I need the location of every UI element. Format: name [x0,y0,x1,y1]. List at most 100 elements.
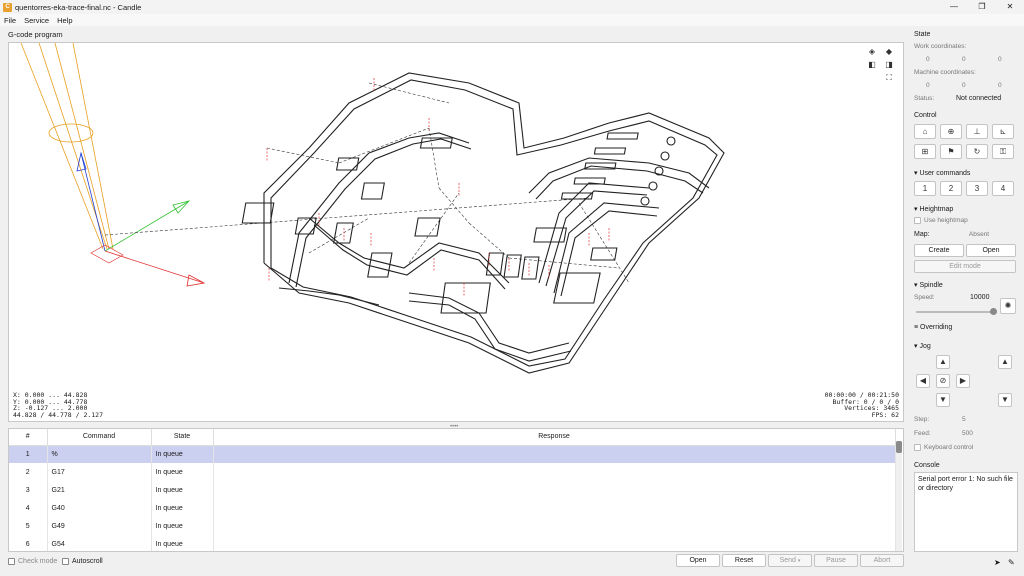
title-bar: C quentorres-eka-trace-final.nc - Candle… [0,0,1024,14]
jog-y-minus-icon[interactable]: ▼ [936,393,950,407]
table-row[interactable]: 6 G54 In queue [9,535,896,551]
abort-button[interactable]: Abort [860,554,904,567]
xy-zero-icon[interactable]: ⊾ [992,124,1014,139]
maximize-icon[interactable]: ❐ [968,0,996,14]
minimize-icon[interactable]: — [940,0,968,14]
toolpath-visualization [20,43,725,374]
keyboard-control-label: Keyboard control [924,444,974,451]
step-input[interactable]: 5 [962,416,966,426]
user-command-2-label: 2 [948,184,954,193]
view-top-icon[interactable]: ◆ [883,47,895,57]
gcode-viewport[interactable]: ◈ ◆ ◧ ◨ ⛶ X: 0.000 ... 44.828 Y: 0.000 .… [8,42,904,422]
map-label: Map: [914,231,930,238]
send-button[interactable]: Send ▾ [768,554,812,567]
menu-service[interactable]: Service [20,16,53,25]
col-header-number[interactable]: # [9,429,48,446]
row-response [213,463,896,481]
jog-label: Jog [919,343,931,350]
fps-counter: FPS: 62 [871,410,899,419]
row-number: 6 [9,535,48,551]
keyboard-control-checkbox[interactable]: Keyboard control [914,444,973,451]
menu-help[interactable]: Help [53,16,76,25]
status-value: Not connected [956,95,1002,102]
user-commands-title: ▾ User commands [914,170,971,177]
restore-icon[interactable]: ↻ [966,144,988,159]
view-front-icon[interactable]: ◧ [866,60,878,70]
view-left-icon[interactable]: ◨ [883,60,895,70]
map-value: Absent [968,231,990,238]
row-state: In queue [151,445,214,463]
row-state: In queue [151,535,214,551]
row-response [213,517,896,535]
user-command-1-button[interactable]: 1 [914,181,936,196]
create-heightmap-button[interactable]: Create [914,244,964,257]
jog-x-plus-icon[interactable]: ▶ [956,374,970,388]
send-command-icon[interactable]: ➤ [994,558,1001,567]
safe-position-icon[interactable]: ⚑ [940,144,962,159]
table-row[interactable]: 3 G21 In queue [9,481,896,499]
user-command-1-label: 1 [922,184,928,193]
menu-file[interactable]: File [0,16,20,25]
work-coordinates-label: Work coordinates: [914,43,967,50]
jog-x-minus-icon[interactable]: ◀ [916,374,930,388]
col-header-state[interactable]: State [151,429,214,446]
user-command-3-label: 3 [974,184,980,193]
table-row[interactable]: 2 G17 In queue [9,463,896,481]
row-response [213,535,896,551]
row-command: G40 [47,499,152,517]
use-heightmap-checkbox[interactable]: Use heightmap [914,217,968,224]
row-number: 1 [9,445,48,463]
table-row[interactable]: 4 G40 In queue [9,499,896,517]
user-command-4-button[interactable]: 4 [992,181,1014,196]
spindle-title: ▾ Spindle [914,282,943,289]
machine-coordinates-label: Machine coordinates: [914,69,976,76]
open-heightmap-button[interactable]: Open [966,244,1016,257]
unlock-icon[interactable]: ⚿ [992,144,1014,159]
right-panel: State Work coordinates: 0 0 0 Machine co… [910,26,1024,576]
feed-input[interactable]: 500 [962,430,973,440]
jog-z-minus-icon[interactable]: ▼ [998,393,1012,407]
gcode-table: # Command State Response 1% In queue 2 G17 I… [8,428,904,552]
spindle-slider-thumb[interactable] [990,308,997,315]
zoom-home-icon[interactable]: ⌂ [914,124,936,139]
row-command: G21 [47,481,152,499]
origin-icon[interactable]: ⊞ [914,144,936,159]
zoom-probe-icon[interactable]: ⊕ [940,124,962,139]
table-scrollbar[interactable] [896,441,902,551]
pause-button[interactable]: Pause [814,554,858,567]
jog-stop-icon[interactable]: ⊘ [936,374,950,388]
jog-z-plus-icon[interactable]: ▲ [998,355,1012,369]
edit-mode-button[interactable]: Edit mode [914,260,1016,273]
row-state: In queue [151,499,214,517]
col-header-response[interactable]: Response [213,429,896,446]
autoscroll-checkbox[interactable]: Autoscroll [62,558,103,565]
row-response [213,481,896,499]
console-output[interactable]: Serial port error 1: No such file or dir… [914,472,1018,552]
heightmap-title: ▾ Heightmap [914,206,954,213]
jog-y-plus-icon[interactable]: ▲ [936,355,950,369]
spindle-toggle-icon[interactable]: ✺ [1000,298,1016,314]
close-icon[interactable]: ✕ [996,0,1024,14]
spindle-speed-slider[interactable] [916,308,997,315]
fit-view-icon[interactable]: ⛶ [883,73,895,83]
user-command-3-button[interactable]: 3 [966,181,988,196]
machine-x: 0 [926,82,930,89]
clear-console-icon[interactable]: ✎ [1008,558,1015,567]
speed-label: Speed: [914,294,935,301]
gcode-program-label: G-code program [8,30,63,39]
user-command-2-button[interactable]: 2 [940,181,962,196]
table-row[interactable]: 1% In queue [9,445,896,463]
check-mode-checkbox[interactable]: Check mode [8,558,57,565]
table-row[interactable]: 5 G49 In queue [9,517,896,535]
col-header-command[interactable]: Command [47,429,152,446]
scrollbar-thumb[interactable] [896,441,902,453]
row-command: % [47,445,152,463]
z-zero-icon[interactable]: ⊥ [966,124,988,139]
view-iso-icon[interactable]: ◈ [866,47,878,57]
console-title: Console [914,462,940,469]
user-command-4-label: 4 [1000,184,1006,193]
reset-button[interactable]: Reset [722,554,766,567]
candle-app-icon: C [3,2,12,12]
open-button[interactable]: Open [676,554,720,567]
row-state: In queue [151,463,214,481]
